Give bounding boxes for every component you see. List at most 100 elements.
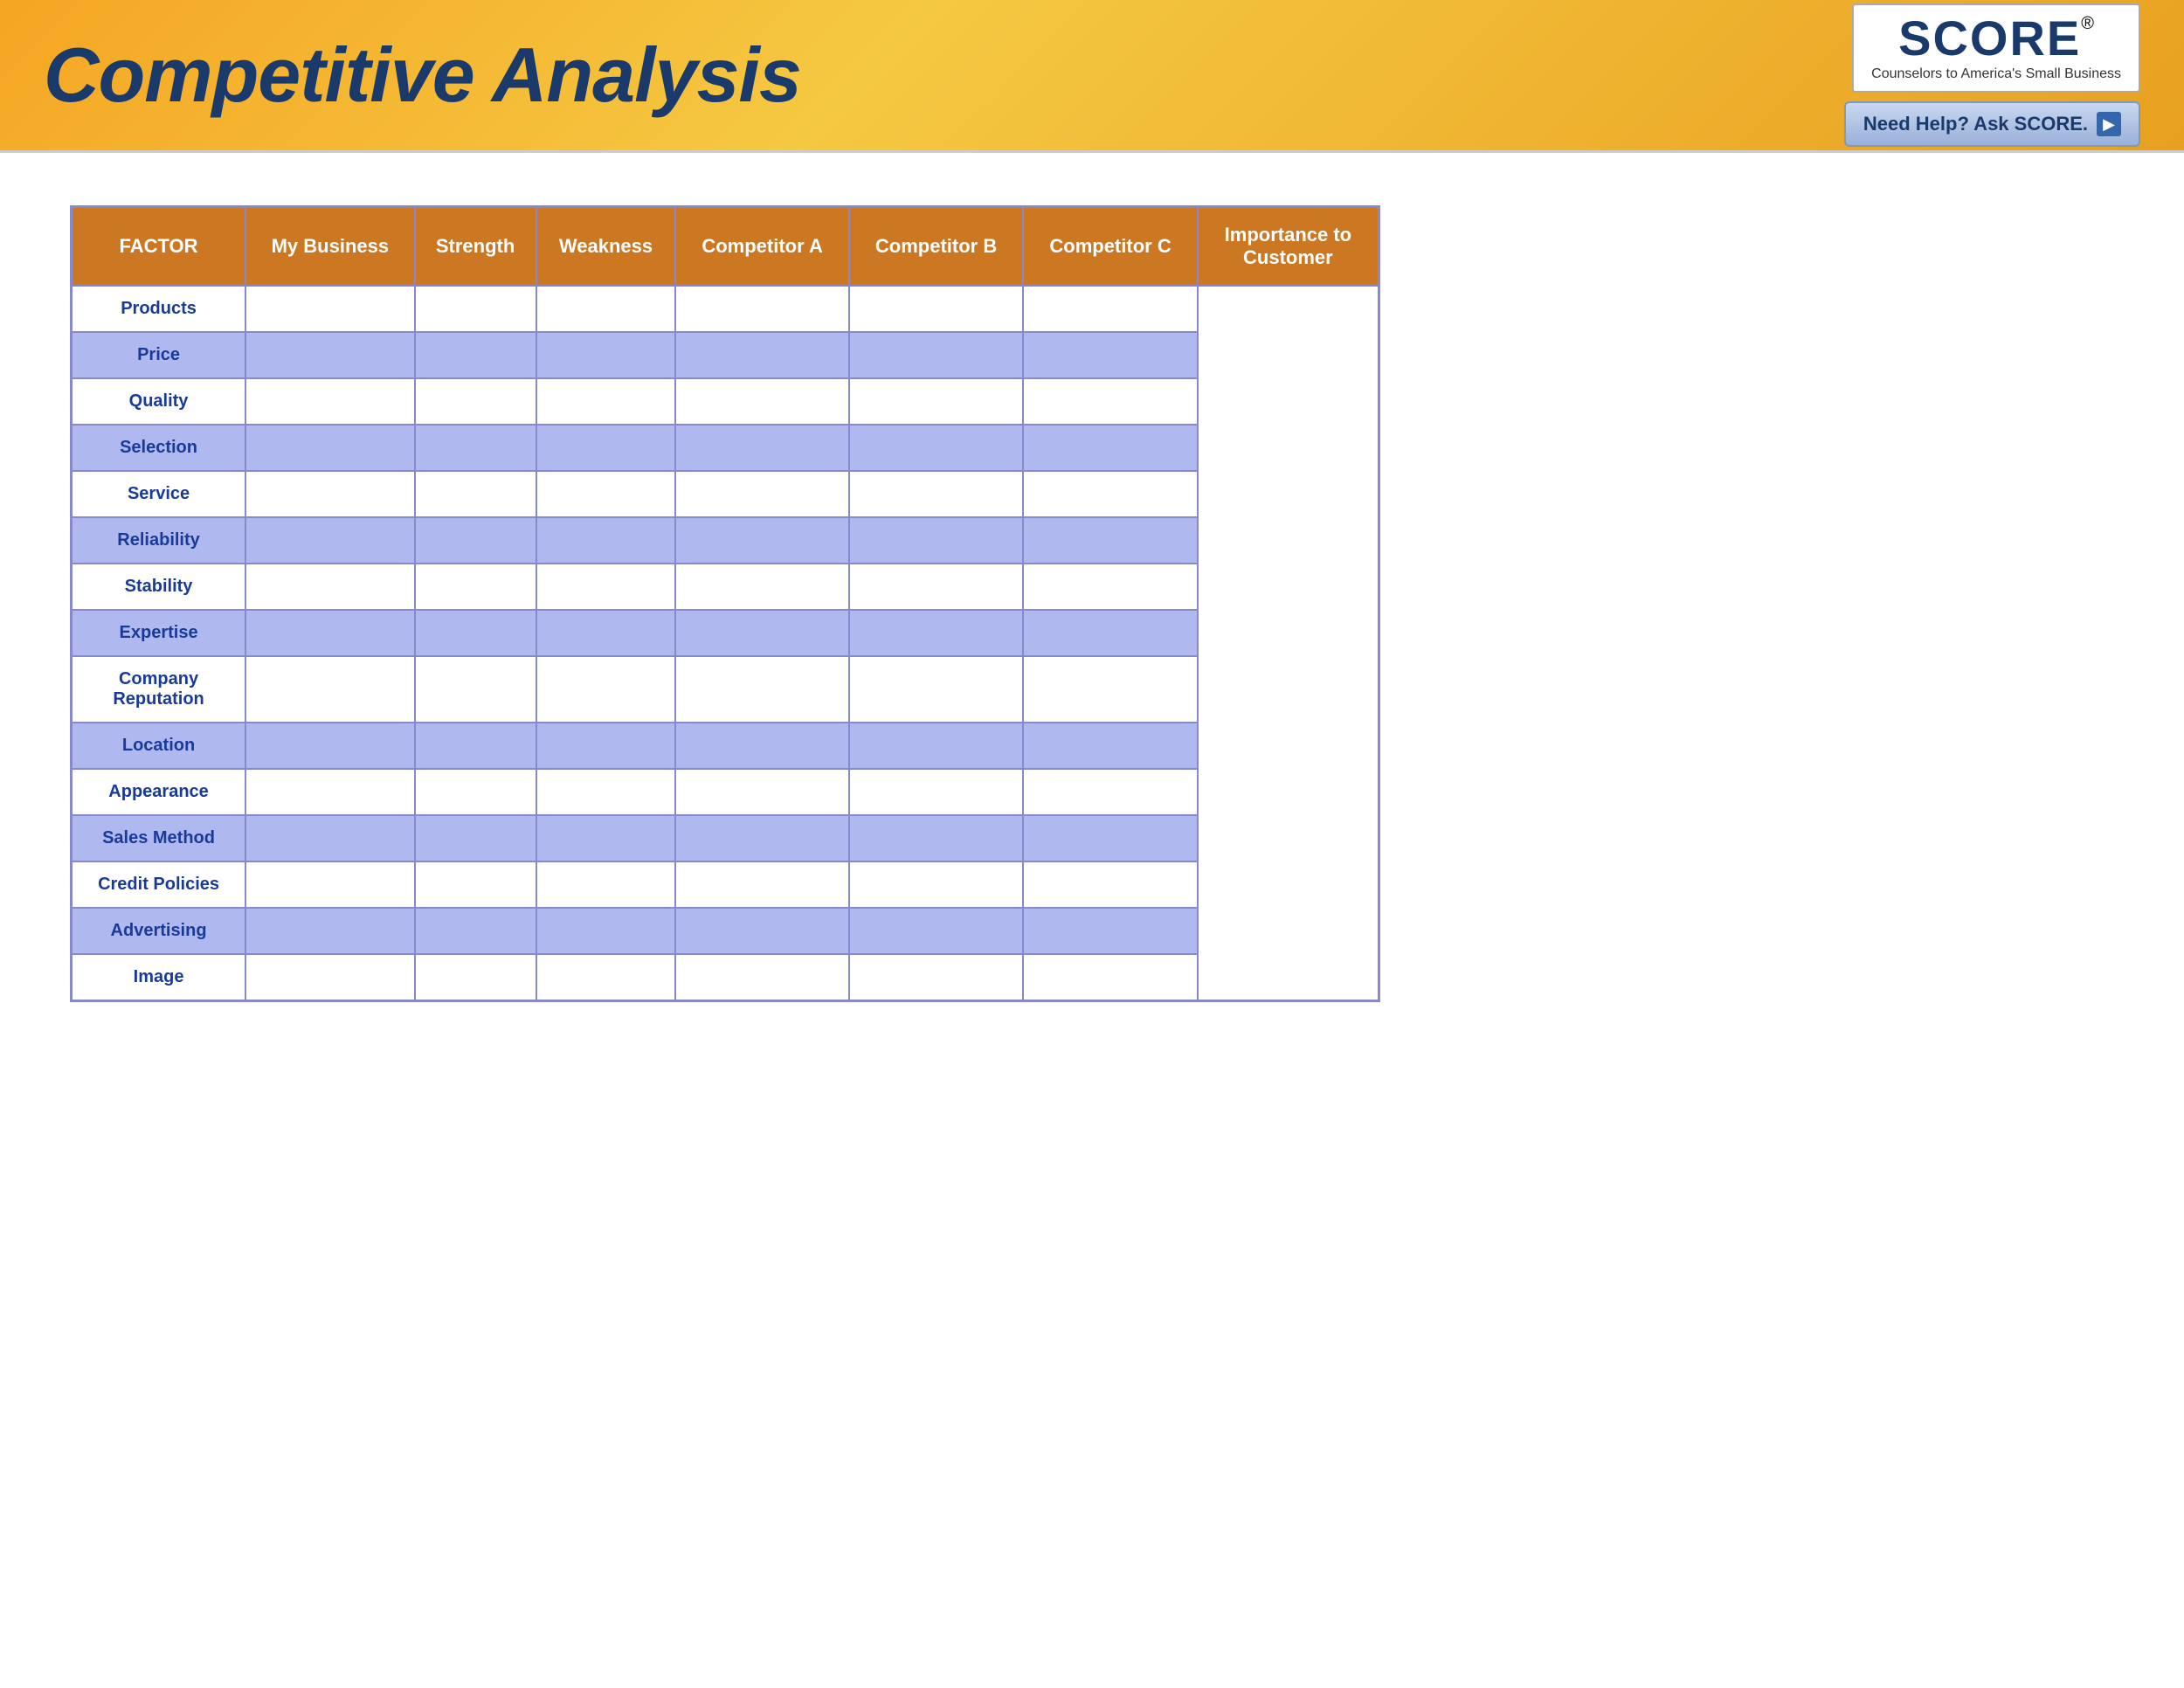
page-title: Competitive Analysis xyxy=(44,31,801,120)
data-cell-8-5[interactable] xyxy=(1023,656,1197,723)
data-cell-7-2[interactable] xyxy=(536,610,676,656)
data-cell-7-0[interactable] xyxy=(245,610,415,656)
data-cell-5-3[interactable] xyxy=(675,517,848,564)
data-cell-4-0[interactable] xyxy=(245,471,415,517)
data-cell-11-0[interactable] xyxy=(245,815,415,861)
data-cell-6-2[interactable] xyxy=(536,564,676,610)
data-cell-11-4[interactable] xyxy=(849,815,1023,861)
data-cell-8-2[interactable] xyxy=(536,656,676,723)
data-cell-10-4[interactable] xyxy=(849,769,1023,815)
data-cell-2-4[interactable] xyxy=(849,378,1023,425)
data-cell-2-0[interactable] xyxy=(245,378,415,425)
data-cell-9-5[interactable] xyxy=(1023,723,1197,769)
data-cell-6-4[interactable] xyxy=(849,564,1023,610)
data-cell-9-1[interactable] xyxy=(415,723,536,769)
data-cell-9-3[interactable] xyxy=(675,723,848,769)
data-cell-12-1[interactable] xyxy=(415,861,536,908)
data-cell-3-4[interactable] xyxy=(849,425,1023,471)
need-help-button[interactable]: Need Help? Ask SCORE. ▶ xyxy=(1844,101,2140,147)
data-cell-1-4[interactable] xyxy=(849,332,1023,378)
data-cell-7-1[interactable] xyxy=(415,610,536,656)
data-cell-11-5[interactable] xyxy=(1023,815,1197,861)
data-cell-1-3[interactable] xyxy=(675,332,848,378)
data-cell-0-2[interactable] xyxy=(536,286,676,332)
data-cell-0-5[interactable] xyxy=(1023,286,1197,332)
data-cell-14-3[interactable] xyxy=(675,954,848,1001)
data-cell-14-1[interactable] xyxy=(415,954,536,1001)
data-cell-11-2[interactable] xyxy=(536,815,676,861)
data-cell-8-3[interactable] xyxy=(675,656,848,723)
data-cell-6-1[interactable] xyxy=(415,564,536,610)
data-cell-14-0[interactable] xyxy=(245,954,415,1001)
data-cell-1-2[interactable] xyxy=(536,332,676,378)
data-cell-0-4[interactable] xyxy=(849,286,1023,332)
data-cell-0-3[interactable] xyxy=(675,286,848,332)
data-cell-2-5[interactable] xyxy=(1023,378,1197,425)
data-cell-8-4[interactable] xyxy=(849,656,1023,723)
data-cell-10-0[interactable] xyxy=(245,769,415,815)
data-cell-4-3[interactable] xyxy=(675,471,848,517)
data-cell-8-0[interactable] xyxy=(245,656,415,723)
factor-cell-7: Expertise xyxy=(72,610,246,656)
data-cell-14-2[interactable] xyxy=(536,954,676,1001)
data-cell-3-1[interactable] xyxy=(415,425,536,471)
data-cell-9-2[interactable] xyxy=(536,723,676,769)
data-cell-5-5[interactable] xyxy=(1023,517,1197,564)
data-cell-6-5[interactable] xyxy=(1023,564,1197,610)
data-cell-13-3[interactable] xyxy=(675,908,848,954)
data-cell-14-4[interactable] xyxy=(849,954,1023,1001)
data-cell-13-1[interactable] xyxy=(415,908,536,954)
data-cell-4-4[interactable] xyxy=(849,471,1023,517)
col-header-strength: Strength xyxy=(415,207,536,287)
table-row: Image xyxy=(72,954,1379,1001)
data-cell-4-2[interactable] xyxy=(536,471,676,517)
data-cell-5-2[interactable] xyxy=(536,517,676,564)
factor-cell-6: Stability xyxy=(72,564,246,610)
table-row: Service xyxy=(72,471,1379,517)
data-cell-8-1[interactable] xyxy=(415,656,536,723)
data-cell-2-3[interactable] xyxy=(675,378,848,425)
data-cell-12-4[interactable] xyxy=(849,861,1023,908)
data-cell-2-2[interactable] xyxy=(536,378,676,425)
data-cell-1-1[interactable] xyxy=(415,332,536,378)
data-cell-11-1[interactable] xyxy=(415,815,536,861)
factor-cell-3: Selection xyxy=(72,425,246,471)
col-header-importance: Importance toCustomer xyxy=(1198,207,1379,287)
data-cell-13-2[interactable] xyxy=(536,908,676,954)
data-cell-11-3[interactable] xyxy=(675,815,848,861)
data-cell-5-0[interactable] xyxy=(245,517,415,564)
data-cell-10-5[interactable] xyxy=(1023,769,1197,815)
data-cell-13-4[interactable] xyxy=(849,908,1023,954)
data-cell-0-1[interactable] xyxy=(415,286,536,332)
data-cell-4-5[interactable] xyxy=(1023,471,1197,517)
data-cell-3-2[interactable] xyxy=(536,425,676,471)
data-cell-6-0[interactable] xyxy=(245,564,415,610)
data-cell-10-1[interactable] xyxy=(415,769,536,815)
data-cell-0-0[interactable] xyxy=(245,286,415,332)
data-cell-12-3[interactable] xyxy=(675,861,848,908)
data-cell-3-0[interactable] xyxy=(245,425,415,471)
data-cell-7-4[interactable] xyxy=(849,610,1023,656)
data-cell-6-3[interactable] xyxy=(675,564,848,610)
data-cell-12-5[interactable] xyxy=(1023,861,1197,908)
data-cell-4-1[interactable] xyxy=(415,471,536,517)
data-cell-12-2[interactable] xyxy=(536,861,676,908)
data-cell-10-2[interactable] xyxy=(536,769,676,815)
data-cell-1-5[interactable] xyxy=(1023,332,1197,378)
data-cell-13-5[interactable] xyxy=(1023,908,1197,954)
data-cell-3-3[interactable] xyxy=(675,425,848,471)
data-cell-2-1[interactable] xyxy=(415,378,536,425)
data-cell-1-0[interactable] xyxy=(245,332,415,378)
data-cell-13-0[interactable] xyxy=(245,908,415,954)
data-cell-9-4[interactable] xyxy=(849,723,1023,769)
data-cell-14-5[interactable] xyxy=(1023,954,1197,1001)
data-cell-9-0[interactable] xyxy=(245,723,415,769)
data-cell-10-3[interactable] xyxy=(675,769,848,815)
factor-cell-1: Price xyxy=(72,332,246,378)
data-cell-12-0[interactable] xyxy=(245,861,415,908)
data-cell-3-5[interactable] xyxy=(1023,425,1197,471)
data-cell-7-3[interactable] xyxy=(675,610,848,656)
data-cell-7-5[interactable] xyxy=(1023,610,1197,656)
data-cell-5-1[interactable] xyxy=(415,517,536,564)
data-cell-5-4[interactable] xyxy=(849,517,1023,564)
